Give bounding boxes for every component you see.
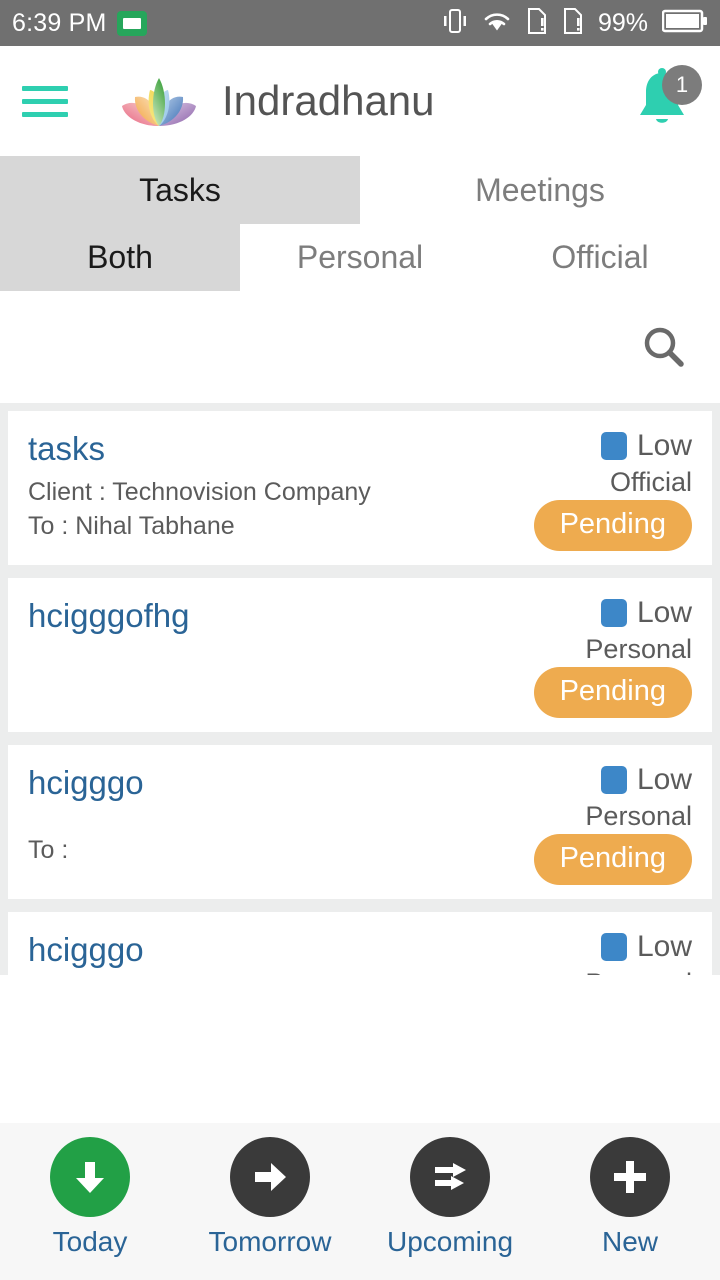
search-icon[interactable] xyxy=(636,319,692,375)
nav-item-tomorrow[interactable]: Tomorrow xyxy=(180,1137,360,1258)
task-assignee: To : xyxy=(28,835,69,864)
table-row[interactable]: hcigggo To : Low Personal Pending xyxy=(8,912,712,975)
table-row[interactable]: hcigggo To : Low Personal Pending xyxy=(8,745,712,899)
page-title: Indradhanu xyxy=(222,77,435,124)
priority-label: Low xyxy=(636,429,692,462)
search-bar xyxy=(0,291,720,403)
task-title: hcigggo xyxy=(28,931,144,968)
nav-item-today[interactable]: Today xyxy=(0,1137,180,1258)
arrow-right-icon xyxy=(230,1137,310,1217)
status-badge: Pending xyxy=(533,834,692,885)
plus-icon xyxy=(590,1137,670,1217)
priority-indicator: Low xyxy=(600,596,692,630)
notification-badge: 1 xyxy=(662,65,702,105)
battery-saver-icon xyxy=(116,10,147,36)
nav-label-new: New xyxy=(601,1226,658,1257)
task-assignee: To : Nihal Tabhane xyxy=(28,512,235,541)
status-badge: Pending xyxy=(533,500,692,551)
task-list[interactable]: tasks Client : Technovision Company To :… xyxy=(0,403,720,975)
arrow-down-icon xyxy=(50,1137,130,1217)
tab-meetings[interactable]: Meetings xyxy=(360,156,720,224)
task-title: hcigggofhg xyxy=(28,597,190,634)
task-title: tasks xyxy=(28,430,106,467)
tab-both[interactable]: Both xyxy=(0,224,240,291)
task-type: Personal xyxy=(585,634,692,664)
priority-indicator: Low xyxy=(600,429,692,463)
sim1-alert-icon xyxy=(526,7,548,40)
nav-label-today: Today xyxy=(52,1226,128,1257)
nav-label-upcoming: Upcoming xyxy=(386,1226,514,1257)
priority-label: Low xyxy=(636,596,692,629)
nav-item-upcoming[interactable]: Upcoming xyxy=(360,1137,540,1258)
sim2-alert-icon xyxy=(562,7,584,40)
priority-swatch xyxy=(600,599,627,627)
secondary-tab-bar: Both Personal Official xyxy=(0,224,720,291)
lotus-logo-icon xyxy=(118,71,200,131)
task-type: Official xyxy=(609,467,692,497)
app-screen: 6:39 PM 99% Indradhanu 1 Tasks Meetings … xyxy=(0,0,720,1280)
table-row[interactable]: tasks Client : Technovision Company To :… xyxy=(8,411,712,565)
battery-percent-label: 99% xyxy=(597,8,648,37)
bottom-navigation: Today Tomorrow Upcoming New xyxy=(0,1123,720,1280)
notification-bell-button[interactable]: 1 xyxy=(632,65,702,137)
primary-tab-bar: Tasks Meetings xyxy=(0,156,720,224)
priority-label: Low xyxy=(636,763,692,796)
wifi-icon xyxy=(482,8,512,39)
priority-label: Low xyxy=(636,930,692,963)
nav-item-new[interactable]: New xyxy=(540,1137,720,1258)
tab-official[interactable]: Official xyxy=(480,224,720,291)
task-type: Personal xyxy=(585,968,692,975)
status-bar-time: 6:39 PM xyxy=(12,8,107,37)
status-bar: 6:39 PM 99% xyxy=(0,0,720,46)
priority-swatch xyxy=(600,933,627,961)
tab-personal[interactable]: Personal xyxy=(240,224,480,291)
app-bar: Indradhanu 1 xyxy=(0,46,720,156)
priority-indicator: Low xyxy=(600,763,692,797)
priority-swatch xyxy=(600,432,627,460)
vibrate-icon xyxy=(442,7,468,40)
table-row[interactable]: hcigggofhg Low Personal Pending xyxy=(8,578,712,732)
hamburger-menu-icon[interactable] xyxy=(22,85,68,117)
tab-tasks[interactable]: Tasks xyxy=(0,156,360,224)
status-badge: Pending xyxy=(533,667,692,718)
double-arrow-right-icon xyxy=(410,1137,490,1217)
priority-swatch xyxy=(600,766,627,794)
task-type: Personal xyxy=(585,801,692,831)
task-title: hcigggo xyxy=(28,764,144,801)
priority-indicator: Low xyxy=(600,930,692,964)
task-client: Client : Technovision Company xyxy=(28,477,371,506)
battery-icon xyxy=(661,9,708,38)
nav-label-tomorrow: Tomorrow xyxy=(208,1226,332,1257)
